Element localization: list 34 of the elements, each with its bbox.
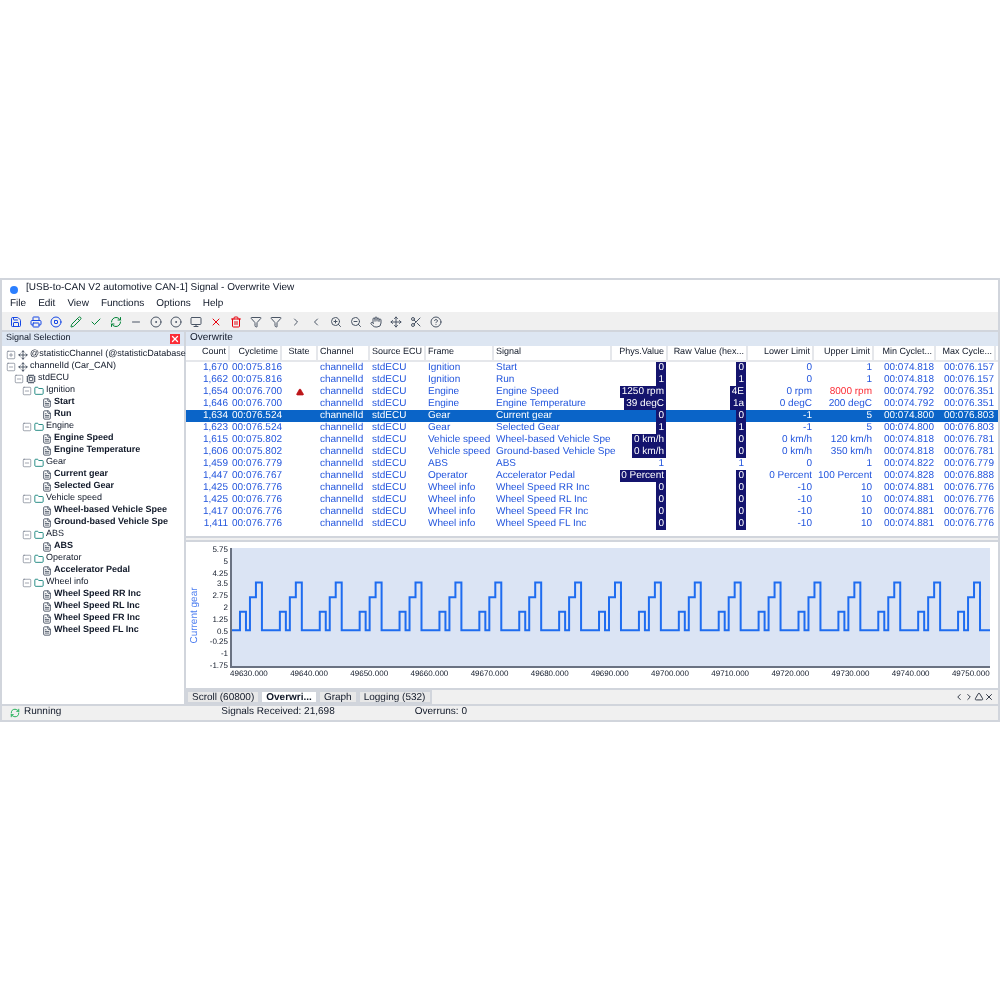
refresh-icon[interactable] (110, 315, 122, 327)
frame-icon (34, 385, 44, 395)
frame-icon (34, 553, 44, 563)
chevron-right-icon[interactable] (964, 692, 974, 702)
close-icon[interactable] (210, 315, 222, 327)
check-icon[interactable] (90, 315, 102, 327)
zoom-in-icon[interactable] (330, 315, 342, 327)
app-icon (10, 285, 18, 293)
help-icon[interactable] (430, 315, 442, 327)
filter-icon[interactable] (270, 315, 282, 327)
chevron-left-icon[interactable] (954, 692, 964, 702)
frame-icon (34, 421, 44, 431)
frame-icon (34, 457, 44, 467)
zoom-out-icon[interactable] (350, 315, 362, 327)
filter-icon[interactable] (250, 315, 262, 327)
move-icon[interactable] (390, 315, 402, 327)
save-icon[interactable] (10, 315, 22, 327)
frame-icon (34, 493, 44, 503)
signal-icon (42, 565, 52, 575)
frame-icon (34, 529, 44, 539)
trash-icon[interactable] (230, 315, 242, 327)
scissors-icon[interactable] (410, 315, 422, 327)
print-icon[interactable] (30, 315, 42, 327)
hand-icon[interactable] (370, 315, 382, 327)
chevron-left-icon[interactable] (310, 315, 322, 327)
pencil-icon[interactable] (70, 315, 82, 327)
minus-icon[interactable] (130, 315, 142, 327)
signal-icon (42, 541, 52, 551)
running-icon (10, 708, 20, 718)
chevron-right-icon[interactable] (290, 315, 302, 327)
monitor-icon[interactable] (190, 315, 202, 327)
frame-icon (34, 577, 44, 587)
stop-icon[interactable] (50, 315, 62, 327)
ecu-icon (26, 373, 36, 383)
